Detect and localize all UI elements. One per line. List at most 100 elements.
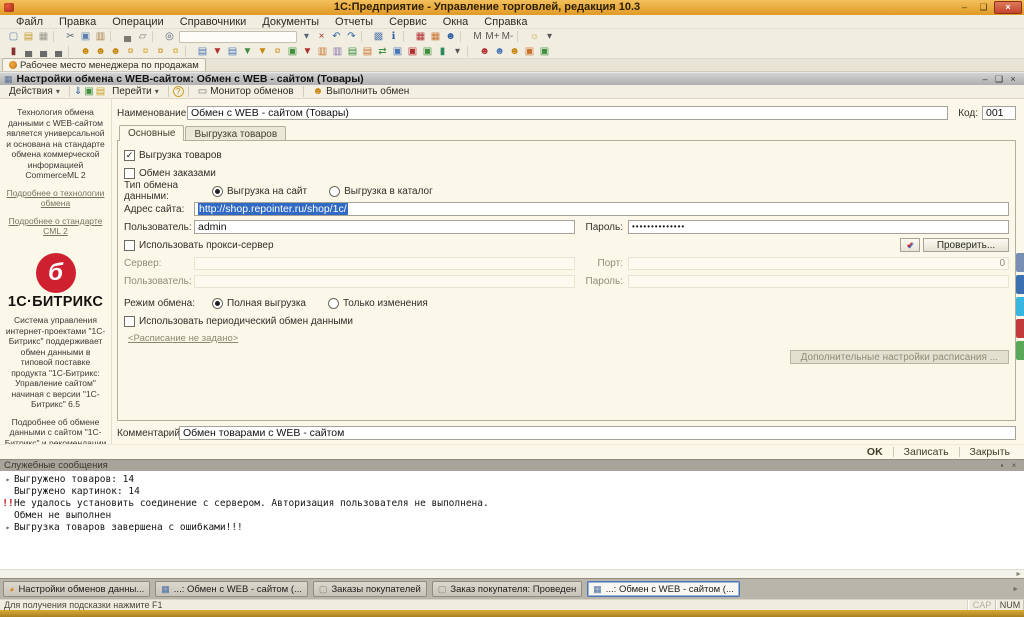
changes-only-radio[interactable] <box>328 298 339 309</box>
mail-user-icon[interactable]: ☻ <box>507 45 522 58</box>
paste-icon[interactable]: ▥ <box>93 30 108 43</box>
schedule-link[interactable]: <Расписание не задано> <box>128 333 1009 344</box>
document-in-icon[interactable]: ▥ <box>315 45 330 58</box>
print-preview-icon[interactable]: ▱ <box>135 30 150 43</box>
password-input[interactable]: •••••••••••••• <box>628 220 1009 234</box>
exchange-icon[interactable]: ⇄ <box>375 45 390 58</box>
report-book-icon[interactable]: ▮ <box>6 45 21 58</box>
ok-button[interactable]: OK <box>863 446 887 458</box>
counterparty-icon[interactable]: ☻ <box>78 45 93 58</box>
orders-exchange-checkbox[interactable] <box>124 168 135 179</box>
print-label-icon[interactable]: ▄ <box>51 45 66 58</box>
copy-settings-icon[interactable]: ▤ <box>96 86 105 98</box>
document-out-icon[interactable]: ▥ <box>330 45 345 58</box>
window-close-button[interactable]: × <box>1006 74 1020 84</box>
menu-item[interactable]: Отчеты <box>327 16 381 28</box>
window-restore-button[interactable]: ❑ <box>992 74 1006 85</box>
refresh-icon[interactable]: ▣ <box>84 86 93 98</box>
search-dropdown-icon[interactable]: ▾ <box>299 30 314 43</box>
open-icon[interactable]: ▤ <box>21 30 36 43</box>
wintab-customer-order-posted[interactable]: ▢ Заказ покупателя: Проведен <box>432 581 582 597</box>
run-exchange-button[interactable]: ☻ Выполнить обмен <box>308 85 415 98</box>
link-about-exchange-technology[interactable]: Подробнее о технологии обмена <box>4 188 107 209</box>
edge-chip-red[interactable] <box>1016 319 1024 338</box>
undo-icon[interactable]: ↶ <box>329 30 344 43</box>
redo-icon[interactable]: ↷ <box>344 30 359 43</box>
info-icon[interactable]: ℹ <box>386 30 401 43</box>
price-icon[interactable]: ▼ <box>255 45 270 58</box>
comment-input[interactable]: Обмен товарами с WEB - сайтом <box>179 426 1016 440</box>
toolbar2-dropdown-icon[interactable]: ▾ <box>450 45 465 58</box>
check-connection-icon[interactable]: ✔ <box>900 238 920 252</box>
maximize-button[interactable]: ❑ <box>975 2 992 14</box>
link-about-cml-standard[interactable]: Подробнее о стандарте CML 2 <box>4 216 107 237</box>
transfer-out-icon[interactable]: ▤ <box>360 45 375 58</box>
check-connection-button[interactable]: Проверить... <box>923 238 1009 252</box>
save-settings-icon[interactable]: ⇓ <box>74 86 82 98</box>
window-minimize-button[interactable]: – <box>978 74 992 84</box>
sales-funnel-icon[interactable]: ▼ <box>210 45 225 58</box>
cash-icon[interactable]: ¤ <box>123 45 138 58</box>
stock-icon[interactable]: ▣ <box>285 45 300 58</box>
user-input[interactable]: admin <box>194 220 575 234</box>
save-icon[interactable]: ▦ <box>36 30 51 43</box>
tab-goods-upload[interactable]: Выгрузка товаров <box>185 126 286 141</box>
periodic-exchange-checkbox[interactable] <box>124 316 135 327</box>
menu-item[interactable]: Окна <box>435 16 477 28</box>
supplier-icon[interactable]: ☻ <box>108 45 123 58</box>
calendar-user-icon[interactable]: ☻ <box>492 45 507 58</box>
menu-item[interactable]: Справочники <box>172 16 255 28</box>
edge-chip-grayblue[interactable] <box>1016 253 1024 272</box>
wintab-web-exchange-1[interactable]: ▦ ...: Обмен с WEB - сайтом (... <box>155 581 308 597</box>
delete-document-icon[interactable]: ▣ <box>405 45 420 58</box>
tips-icon[interactable]: ☼ <box>527 30 542 43</box>
calendar-icon[interactable]: ▦ <box>428 30 443 43</box>
name-input[interactable]: Обмен с WEB - сайтом (Товары) <box>187 106 948 120</box>
menu-item[interactable]: Сервис <box>381 16 435 28</box>
menu-item[interactable]: Справка <box>476 16 535 28</box>
use-proxy-checkbox[interactable] <box>124 240 135 251</box>
currency-icon[interactable]: ¤ <box>168 45 183 58</box>
goto-menu-button[interactable]: Перейти▾ <box>107 85 164 98</box>
wintab-exchange-settings-list[interactable]: ◕ Настройки обменов данны... <box>3 581 150 597</box>
edge-chip-green[interactable] <box>1016 341 1024 360</box>
close-button[interactable]: × <box>994 1 1022 14</box>
memory-minus-icon[interactable]: M- <box>500 30 515 43</box>
edge-chip-blue[interactable] <box>1016 275 1024 294</box>
send-icon[interactable]: ▣ <box>537 45 552 58</box>
edge-chip-cyan[interactable] <box>1016 297 1024 316</box>
upload-goods-checkbox[interactable]: ✓ <box>124 150 135 161</box>
exchange-monitor-button[interactable]: ▭ Монитор обменов <box>193 85 299 98</box>
menu-item[interactable]: Операции <box>104 16 171 28</box>
money-icon[interactable]: ¤ <box>138 45 153 58</box>
sale-document-icon[interactable]: ▤ <box>195 45 210 58</box>
tab-sales-manager-workspace[interactable]: Рабочее место менеджера по продажам <box>2 58 206 71</box>
search-icon[interactable]: ◎ <box>162 30 177 43</box>
buyer-icon[interactable]: ☻ <box>93 45 108 58</box>
close-window-button[interactable]: Закрыть <box>966 446 1014 458</box>
table-report-icon[interactable]: ▦ <box>413 30 428 43</box>
clock-icon[interactable]: ▣ <box>522 45 537 58</box>
upload-to-catalog-radio[interactable] <box>329 186 340 197</box>
search-input[interactable] <box>179 31 297 43</box>
dropdown-icon[interactable]: ▾ <box>542 30 557 43</box>
purchase-document-icon[interactable]: ▤ <box>225 45 240 58</box>
wintab-web-exchange-active[interactable]: ▦ ...: Обмен с WEB - сайтом (... <box>587 581 740 597</box>
transfer-in-icon[interactable]: ▤ <box>345 45 360 58</box>
upload-to-site-radio[interactable] <box>212 186 223 197</box>
check-document-icon[interactable]: ▣ <box>390 45 405 58</box>
actions-menu-button[interactable]: Действия▾ <box>4 85 65 98</box>
clear-search-icon[interactable]: × <box>314 30 329 43</box>
new-document-icon[interactable]: ▢ <box>6 30 21 43</box>
menu-item[interactable]: Правка <box>51 16 104 28</box>
memory-icon[interactable]: M <box>470 30 485 43</box>
task-user-icon[interactable]: ☻ <box>477 45 492 58</box>
tab-main[interactable]: Основные <box>119 125 184 141</box>
cut-icon[interactable]: ✂ <box>63 30 78 43</box>
wintab-customer-orders[interactable]: ▢ Заказы покупателей <box>313 581 427 597</box>
menu-item[interactable]: Документы <box>254 16 327 28</box>
memory-plus-icon[interactable]: M+ <box>485 30 500 43</box>
coins-icon[interactable]: ¤ <box>270 45 285 58</box>
help-icon[interactable]: ? <box>173 86 184 97</box>
menu-item[interactable]: Файл <box>8 16 51 28</box>
